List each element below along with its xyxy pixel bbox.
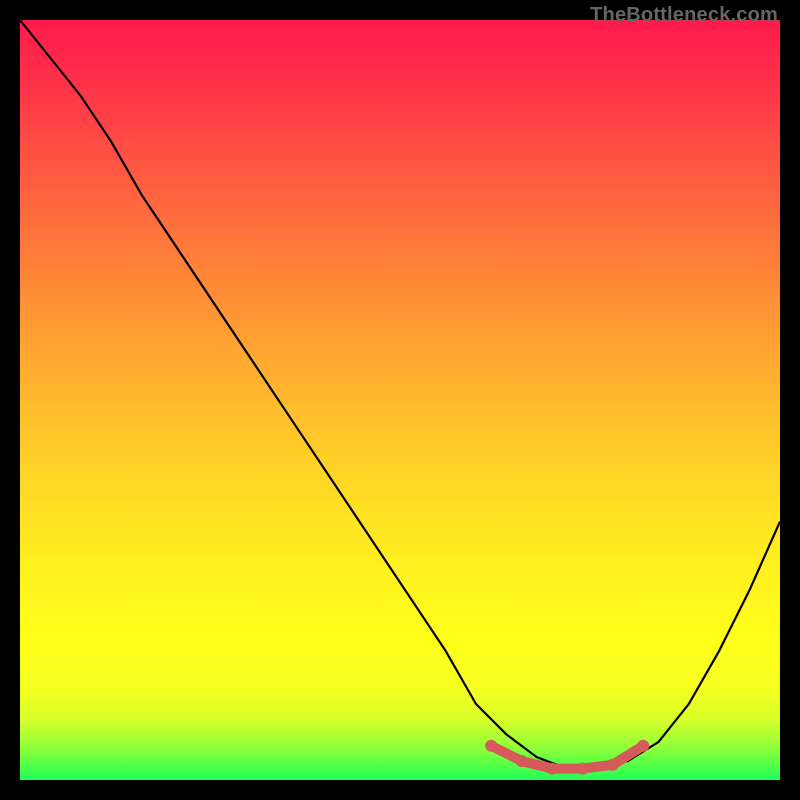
- bottleneck-curve: [20, 20, 780, 769]
- plot-area: [20, 20, 780, 780]
- chart-svg: [20, 20, 780, 780]
- chart-frame: TheBottleneck.com: [0, 0, 800, 800]
- highlight-dot: [637, 740, 649, 752]
- highlight-dot: [607, 759, 619, 771]
- highlight-stroke: [491, 746, 643, 769]
- highlight-dot: [576, 763, 588, 775]
- highlight-region: [485, 740, 649, 775]
- highlight-dot: [516, 755, 528, 767]
- highlight-dot: [546, 763, 558, 775]
- watermark-text: TheBottleneck.com: [590, 4, 778, 27]
- highlight-dot: [485, 740, 497, 752]
